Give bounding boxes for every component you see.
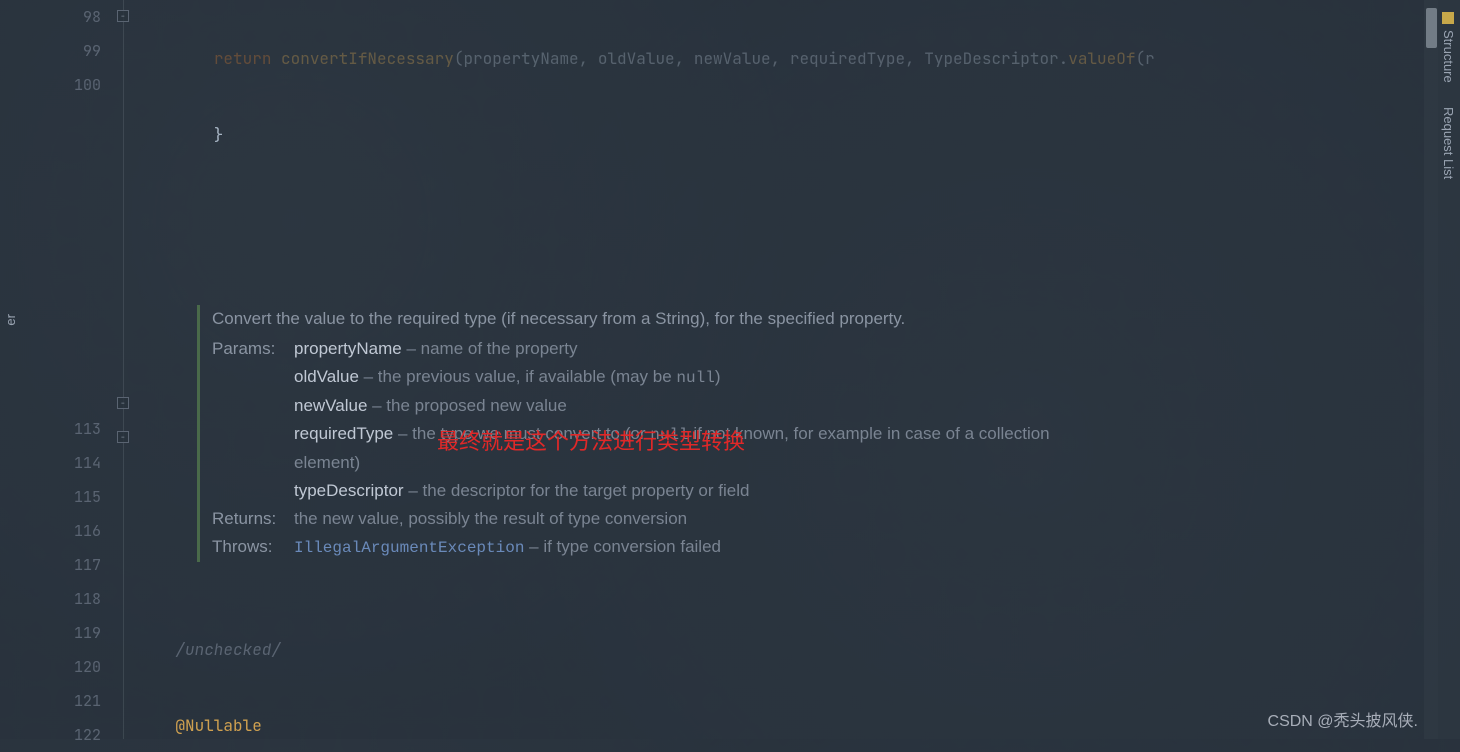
tab-request-list[interactable]: Request List (1438, 95, 1459, 191)
line-number: 113 (20, 412, 101, 446)
line-number-gutter: 98 99 100 113 114 115 116 117 118 119 12… (20, 0, 115, 739)
exception-link[interactable]: IllegalArgumentException (294, 539, 524, 557)
line-number: 100 (20, 68, 101, 102)
javadoc-description: Convert the value to the required type (… (212, 305, 1117, 333)
line-number: 121 (20, 684, 101, 718)
fold-toggle-icon[interactable]: − (117, 10, 129, 22)
vertical-scrollbar[interactable] (1424, 0, 1438, 739)
editor: 98 99 100 113 114 115 116 117 118 119 12… (0, 0, 1460, 739)
code-content[interactable]: return convertIfNecessary(propertyName, … (137, 0, 1460, 739)
line-number: 117 (20, 548, 101, 582)
fold-column[interactable]: − − − (115, 0, 137, 739)
fold-toggle-icon[interactable]: − (117, 397, 129, 409)
suppressed-warning: /unchecked/ (175, 639, 281, 660)
line-number: 119 (20, 616, 101, 650)
line-number: 98 (20, 0, 101, 34)
nullable-annotation: @Nullable (175, 715, 261, 736)
line-number: 120 (20, 650, 101, 684)
line-number: 114 (20, 446, 101, 480)
javadoc-throws-label: Throws: (212, 533, 294, 562)
left-panel-tab[interactable]: er (0, 310, 21, 330)
user-annotation: 最终就是这个方法进行类型转换 (437, 424, 745, 456)
scrollbar-thumb[interactable] (1426, 8, 1437, 48)
line-number: 99 (20, 34, 101, 68)
fold-toggle-icon[interactable]: − (117, 431, 129, 443)
line-number: 122 (20, 718, 101, 752)
line-number: 118 (20, 582, 101, 616)
tab-structure[interactable]: Structure (1438, 0, 1459, 95)
watermark: CSDN @秃头披风侠. (1268, 707, 1418, 731)
closing-brace: } (175, 124, 223, 145)
structure-icon (1442, 12, 1454, 24)
line-number: 116 (20, 514, 101, 548)
javadoc-returns-label: Returns: (212, 505, 294, 533)
javadoc-params-label: Params: (212, 335, 294, 505)
right-tool-tabs: Structure Request List (1438, 0, 1460, 739)
line-number: 115 (20, 480, 101, 514)
